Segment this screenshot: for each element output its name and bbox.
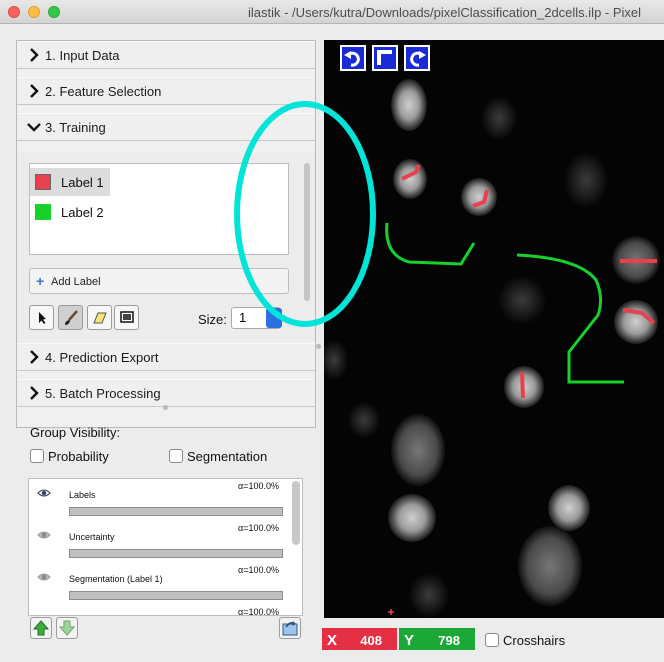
cell [391,414,445,486]
rotate-right-icon [410,51,426,67]
layer-opacity: α=100.0% [238,481,279,491]
pointer-tool-button[interactable] [29,305,54,330]
chevron-right-icon [30,84,39,98]
layer-list: Labels α=100.0% Uncertainty α=100.0% Seg… [28,478,303,616]
probability-label: Probability [48,449,109,464]
layer-opacity: α=100.0% [238,523,279,533]
cell [564,152,608,208]
y-coordinate: Y 798 [399,628,475,650]
layer-name: Segmentation (Label 1) [69,574,163,584]
export-icon [282,621,298,636]
brush-size-label: Size: [198,312,227,327]
applet-prediction-export[interactable]: 4. Prediction Export [17,343,315,371]
pointer-icon [38,312,46,324]
group-visibility-title: Group Visibility: [30,425,121,440]
crosshairs-label: Crosshairs [503,633,566,648]
title-bar: ilastik - /Users/kutra/Downloads/pixelCl… [0,0,664,24]
applet-label: 3. Training [45,120,106,135]
segmentation-label: Segmentation [187,449,268,464]
applet-label: 4. Prediction Export [45,350,159,365]
label-name: Label 2 [61,205,104,220]
layer-opacity: α=100.0% [238,607,279,616]
maximize-window-button[interactable] [48,6,60,18]
layer-list-scrollbar[interactable] [292,481,300,545]
eye-hidden-icon[interactable] [37,530,51,540]
status-bar: X 408 Y 798 Crosshairs [322,628,664,652]
swap-axes-button[interactable] [372,45,398,71]
layer-item-labels[interactable]: Labels α=100.0% [29,479,291,521]
layer-item-uncertainty[interactable]: Uncertainty α=100.0% [29,521,291,563]
label-color-swatch[interactable] [35,204,51,220]
segmentation-checkbox[interactable] [169,449,183,463]
opacity-bar[interactable] [69,549,283,558]
eye-icon[interactable] [37,488,51,498]
layer-item-4[interactable]: α=100.0% [29,605,291,616]
cell [518,526,582,606]
cell [348,402,380,438]
chevron-right-icon [30,350,39,364]
layer-name: Uncertainty [69,532,115,542]
eraser-icon [92,312,107,324]
cell [498,276,546,324]
x-coordinate: X 408 [322,628,397,650]
chevron-right-icon [30,386,39,400]
cell [393,159,427,199]
window-title: ilastik - /Users/kutra/Downloads/pixelCl… [248,5,642,20]
label-name: Label 1 [61,175,104,190]
label-color-swatch[interactable] [35,174,51,190]
layer-name: Labels [69,490,96,500]
rotate-left-button[interactable] [340,45,366,71]
arrow-down-icon [58,620,76,636]
threshold-icon [119,311,134,323]
applet-label: 5. Batch Processing [45,386,161,401]
cell [391,79,427,131]
annotation-ellipse [234,101,376,327]
cell [388,494,436,542]
applet-label: 2. Feature Selection [45,84,162,99]
brush-tool-button[interactable] [58,305,83,330]
export-layer-button[interactable] [279,617,301,639]
chevron-right-icon [30,48,39,62]
cell [461,178,497,216]
rotate-left-icon [344,51,360,67]
eraser-tool-button[interactable] [87,305,112,330]
layer-item-segmentation[interactable]: Segmentation (Label 1) α=100.0% [29,563,291,605]
move-layer-up-button[interactable] [30,617,52,639]
eye-hidden-icon[interactable] [37,572,51,582]
label1-stroke [520,371,525,399]
close-window-button[interactable] [8,6,20,18]
vertical-splitter-handle[interactable] [316,344,321,349]
plus-icon: + [36,273,45,289]
opacity-bar[interactable] [69,507,283,516]
cell [548,485,590,531]
minimize-window-button[interactable] [28,6,40,18]
crosshairs-checkbox[interactable] [485,633,499,647]
opacity-bar[interactable] [69,591,283,600]
probability-checkbox[interactable] [30,449,44,463]
arrow-up-icon [32,620,50,636]
applet-label: 1. Input Data [45,48,120,63]
rotate-right-button[interactable] [404,45,430,71]
swap-axes-icon [377,50,392,65]
applet-input-data[interactable]: 1. Input Data [17,41,315,69]
brush-icon [64,310,78,325]
label-item-1[interactable]: Label 1 [30,168,110,196]
applet-batch-processing[interactable]: 5. Batch Processing [17,379,315,407]
cell [409,573,449,617]
move-layer-down-button[interactable] [56,617,78,639]
chevron-down-icon [27,123,41,132]
threshold-tool-button[interactable] [114,305,139,330]
splitter-handle[interactable] [163,405,168,410]
layer-opacity: α=100.0% [238,565,279,575]
cell [481,96,517,140]
